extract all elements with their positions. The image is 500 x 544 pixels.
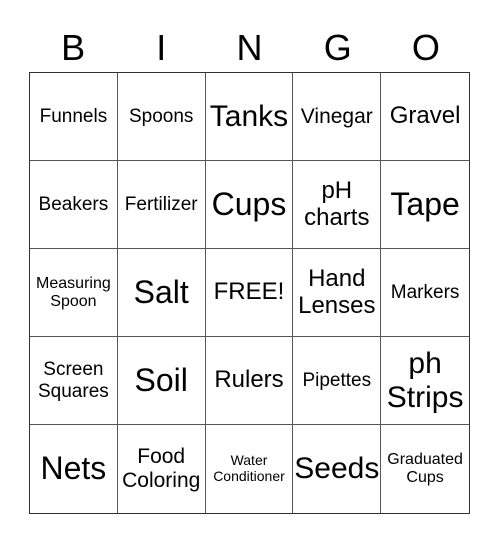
bingo-cell[interactable]: Salt	[117, 249, 206, 337]
bingo-cell[interactable]: Nets	[30, 425, 118, 513]
header-letter-g: G	[323, 27, 352, 68]
bingo-free-space[interactable]: FREE!	[205, 249, 294, 337]
bingo-cell[interactable]: Soil	[117, 337, 206, 425]
bingo-cell[interactable]: Pipettes	[293, 337, 382, 425]
bingo-cell[interactable]: Spoons	[117, 73, 206, 161]
bingo-cell[interactable]: Beakers	[30, 161, 118, 249]
bingo-cell[interactable]: Water Conditioner	[206, 425, 294, 513]
bingo-cell[interactable]: Funnels	[30, 73, 118, 161]
bingo-cell[interactable]: Markers	[381, 249, 469, 337]
bingo-cell[interactable]: Cups	[205, 161, 294, 249]
bingo-cell[interactable]: Tanks	[205, 73, 294, 161]
bingo-cell[interactable]: Fertilizer	[117, 161, 206, 249]
bingo-cell[interactable]: Tape	[381, 161, 469, 249]
bingo-cell[interactable]: Measuring Spoon	[30, 249, 118, 337]
bingo-cell[interactable]: Rulers	[205, 337, 294, 425]
bingo-cell[interactable]: Vinegar	[293, 73, 382, 161]
header-letter-b: B	[61, 27, 86, 68]
header-letter-n: N	[236, 27, 263, 68]
bingo-cell[interactable]: Graduated Cups	[381, 425, 469, 513]
bingo-cell[interactable]: Gravel	[381, 73, 469, 161]
bingo-cell[interactable]: Screen Squares	[30, 337, 118, 425]
bingo-card-grid: Funnels Spoons Tanks Vinegar Gravel Beak…	[29, 72, 470, 514]
header-letter-o: O	[411, 27, 440, 68]
header-letter-i: I	[156, 27, 167, 68]
bingo-cell[interactable]: Hand Lenses	[293, 249, 382, 337]
bingo-cell[interactable]: pH charts	[293, 161, 382, 249]
bingo-cell[interactable]: Seeds	[293, 425, 382, 513]
bingo-cell[interactable]: ph Strips	[381, 337, 469, 425]
bingo-cell[interactable]: Food Coloring	[118, 425, 206, 513]
bingo-header: B I N G O	[29, 24, 470, 72]
